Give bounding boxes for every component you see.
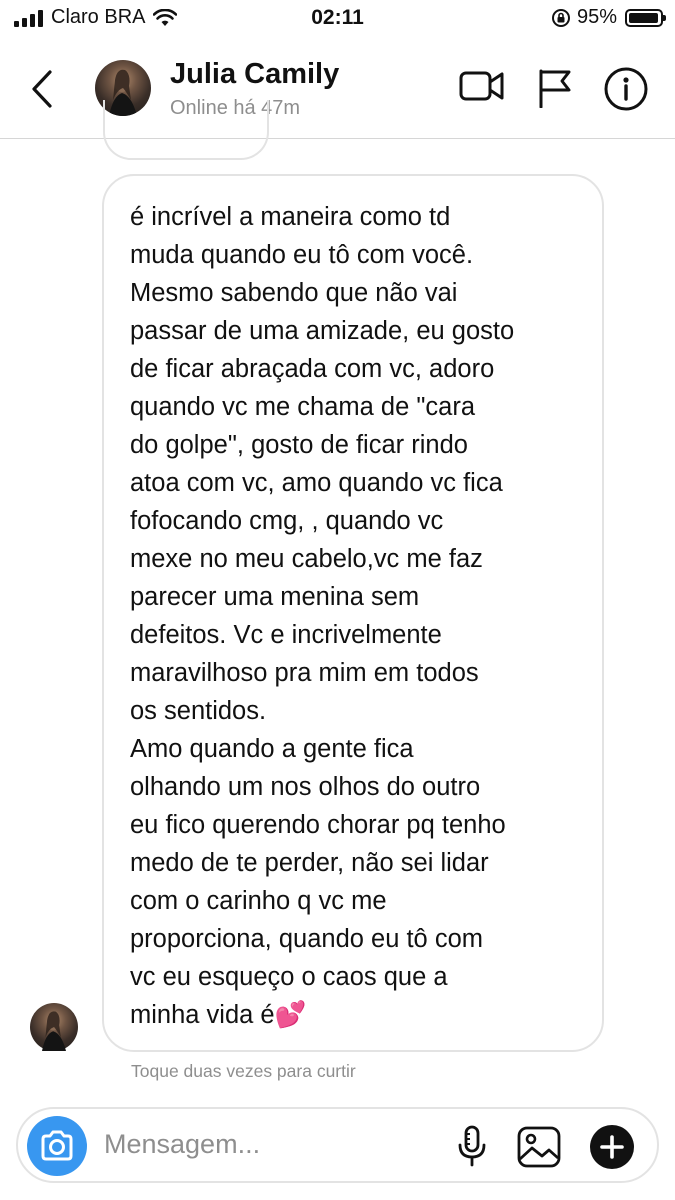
status-bar: Claro BRA 02:11 95% — [0, 0, 675, 38]
message-body: é incrível a maneira como td muda quando… — [130, 203, 515, 1029]
battery-icon — [625, 8, 666, 27]
status-right: 95% — [551, 6, 666, 29]
message-bubble[interactable]: é incrível a maneira como td muda quando… — [102, 174, 604, 1052]
add-icon[interactable] — [589, 1124, 635, 1170]
message-composer — [16, 1107, 659, 1183]
contact-name[interactable]: Julia Camily — [170, 58, 339, 91]
video-call-icon[interactable] — [459, 68, 505, 104]
chat-header: Julia Camily Online há 47m — [0, 38, 675, 139]
microphone-icon[interactable] — [455, 1124, 489, 1168]
camera-button[interactable] — [27, 1116, 87, 1176]
flag-icon[interactable] — [536, 68, 574, 108]
double-tap-hint: Toque duas vezes para curtir — [131, 1061, 356, 1081]
sender-avatar[interactable] — [30, 1003, 78, 1051]
battery-percent: 95% — [576, 6, 617, 28]
previous-message-bubble[interactable] — [103, 100, 269, 160]
sender-avatar-photo — [42, 1011, 66, 1051]
gallery-icon[interactable] — [516, 1125, 562, 1169]
two-hearts-emoji: 💕 — [274, 1001, 307, 1029]
camera-icon — [41, 1130, 73, 1161]
back-icon[interactable] — [24, 64, 62, 114]
message-text: é incrível a maneira como td muda quando… — [130, 198, 576, 1034]
message-input[interactable] — [104, 1129, 434, 1160]
info-icon[interactable] — [603, 66, 649, 112]
orientation-lock-icon — [551, 8, 570, 27]
